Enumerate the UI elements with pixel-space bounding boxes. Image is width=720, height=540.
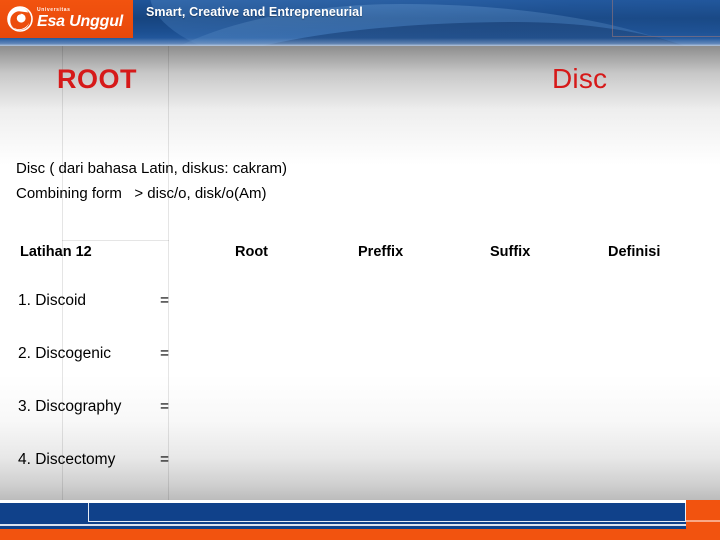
slide-content-area: ROOT Disc Disc ( dari bahasa Latin, disk… xyxy=(0,46,720,503)
exercise-term-3: 3. Discography xyxy=(18,398,122,415)
definition-line-2: Combining form > disc/o, disk/o(Am) xyxy=(16,185,267,202)
slide-canvas: Universitas Esa Unggul Smart, Creative a… xyxy=(0,0,720,540)
table-border-horizontal-top xyxy=(62,240,169,241)
column-header-preffix: Preffix xyxy=(358,244,404,260)
exercise-term-1: 1. Discoid xyxy=(18,292,87,309)
footer-orange-bar xyxy=(0,529,720,540)
equals-sign-1: = xyxy=(160,292,170,309)
column-header-definisi: Definisi xyxy=(608,244,661,260)
table-border-vertical-left xyxy=(62,46,63,503)
logo-superscript: Universitas xyxy=(37,7,71,13)
page-title-right: Disc xyxy=(552,63,608,94)
logo-wordmark: Universitas Esa Unggul xyxy=(37,8,123,30)
equals-sign-4: = xyxy=(160,451,170,468)
esa-unggul-logo-mark-icon xyxy=(7,6,33,32)
exercise-term-4: 4. Discectomy xyxy=(18,451,116,468)
equals-sign-3: = xyxy=(160,398,170,415)
footer-blue-divider xyxy=(0,524,686,526)
page-title-left: ROOT xyxy=(57,64,137,94)
table-border-vertical-right xyxy=(168,46,169,503)
header-tagline: Smart, Creative and Entrepreneurial xyxy=(146,5,363,19)
column-header-root: Root xyxy=(235,244,269,260)
university-logo: Universitas Esa Unggul xyxy=(0,0,133,38)
header-outline-box-decoration xyxy=(612,0,720,37)
exercise-table-header-row: Latihan 12 Root Preffix Suffix Definisi xyxy=(0,244,720,266)
header-bottom-edge xyxy=(0,38,720,46)
footer-outline-decoration xyxy=(88,500,686,522)
column-header-latihan: Latihan 12 xyxy=(20,244,92,260)
equals-sign-2: = xyxy=(160,345,170,362)
exercise-term-2: 2. Discogenic xyxy=(18,345,112,362)
logo-name: Esa Unggul xyxy=(37,13,124,30)
page-header-banner: Universitas Esa Unggul Smart, Creative a… xyxy=(0,0,720,46)
column-header-suffix: Suffix xyxy=(490,244,531,260)
definition-line-1: Disc ( dari bahasa Latin, diskus: cakram… xyxy=(16,160,287,177)
footer-orange-block-divider xyxy=(686,520,720,522)
